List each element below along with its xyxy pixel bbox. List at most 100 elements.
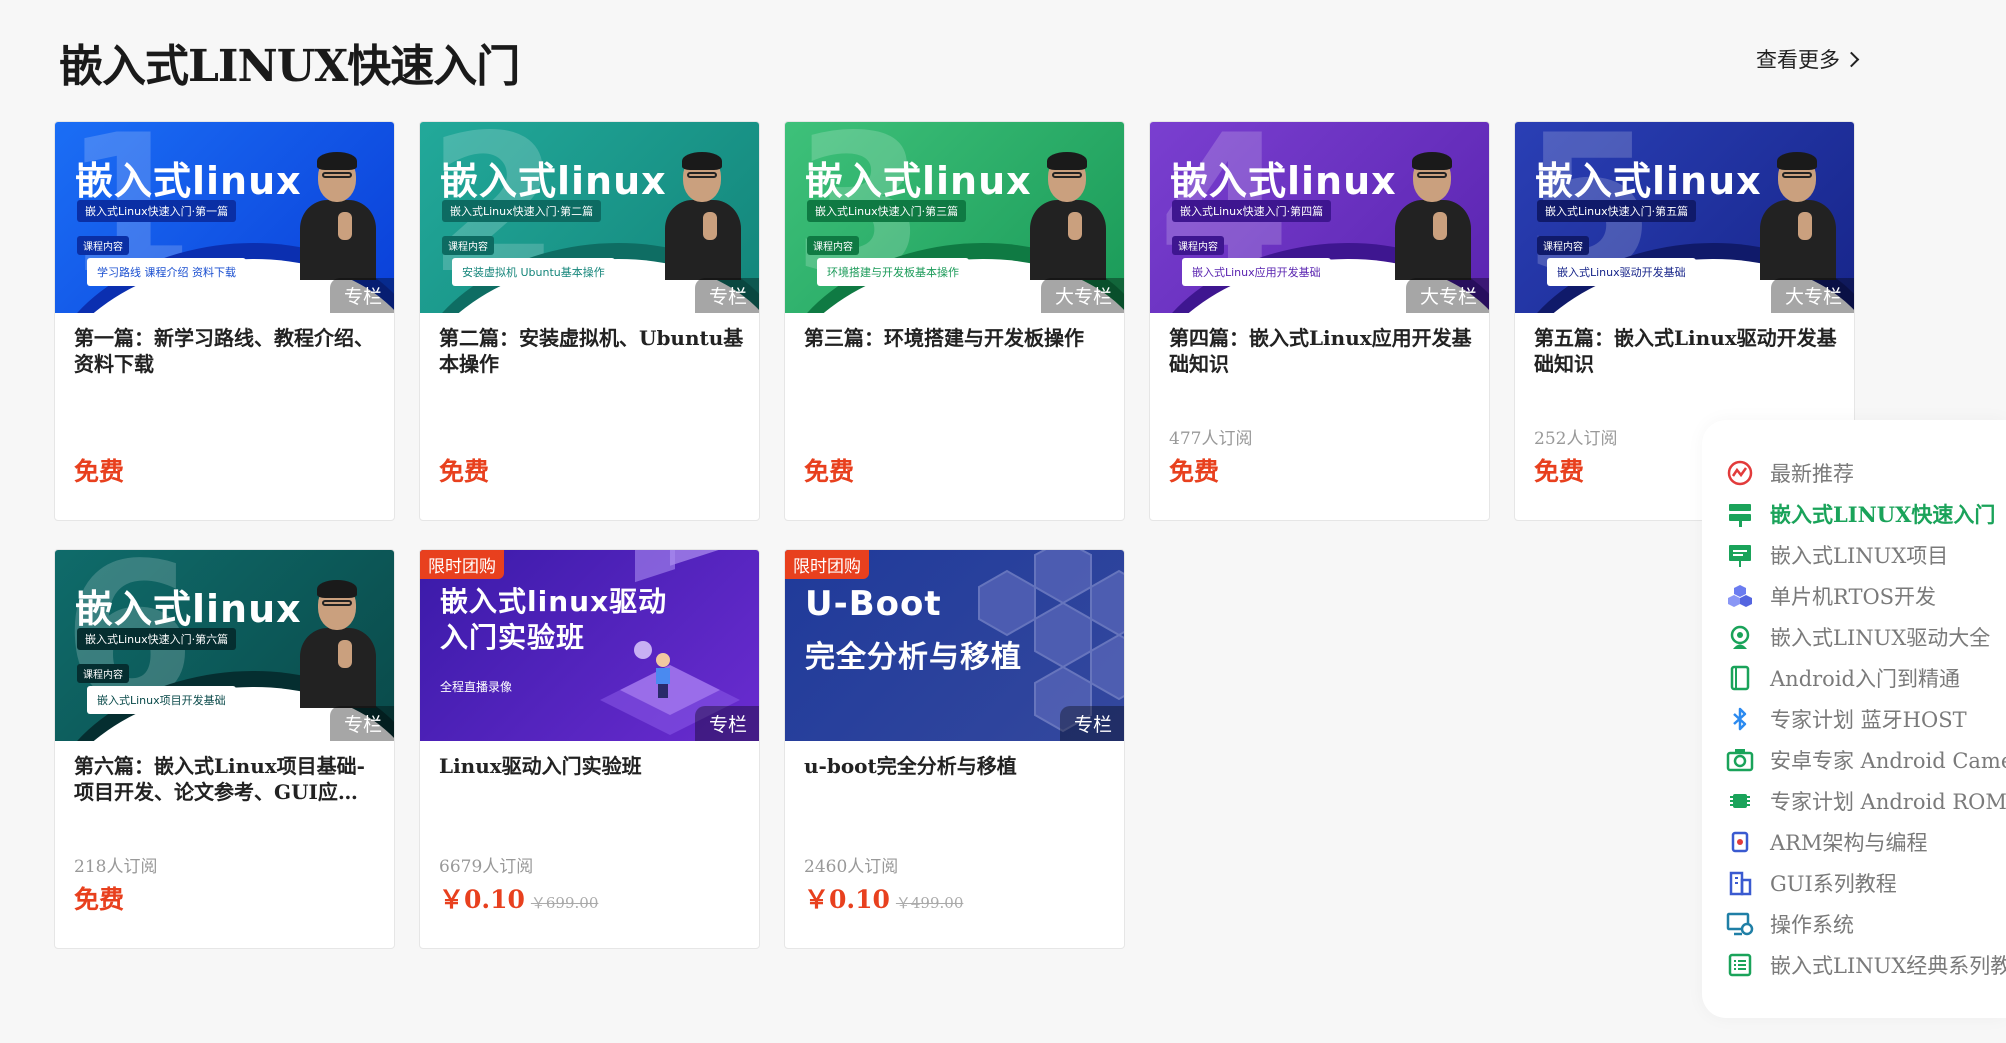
cubes-icon (1726, 582, 1754, 610)
sidebar-item-gui[interactable]: GUI系列教程 (1726, 868, 1897, 898)
instructor-photo (1750, 152, 1842, 280)
content-tag: 课程内容 (807, 236, 859, 255)
sidebar-item-label: 操作系统 (1770, 913, 1854, 937)
sidebar-item-os[interactable]: 操作系统 (1726, 909, 1854, 939)
course-title: 第三篇：环境搭建与开发板操作 (804, 326, 1084, 350)
column-badge: 专栏 (694, 278, 759, 313)
course-price: 免费 (1169, 452, 1219, 488)
banner-subtitle: 嵌入式Linux快速入门·第三篇 (807, 200, 967, 222)
sidebar-item-label: 安卓专家 Android Camera (1770, 749, 2006, 773)
banner-title: 嵌入式linux (440, 159, 667, 203)
content-box: 嵌入式Linux项目开发基础 (87, 686, 236, 714)
column-badge: 专栏 (694, 706, 759, 741)
price-value: 免费 (439, 457, 490, 486)
content-box: 安装虚拟机 Ubuntu基本操作 (452, 258, 615, 286)
robot-icon (1726, 623, 1754, 651)
banner-subtitle: 嵌入式Linux快速入门·第二篇 (442, 200, 602, 222)
instructor-photo (290, 152, 382, 280)
instructor-photo (290, 580, 382, 708)
signpost-icon (1726, 500, 1754, 528)
sidebar-item-bluetooth[interactable]: 专家计划 蓝牙HOST (1726, 704, 1967, 734)
sidebar-item-label: GUI系列教程 (1770, 872, 1897, 896)
chip-icon (1726, 787, 1754, 815)
group-buy-ribbon: 限时团购 (420, 550, 504, 579)
banner-title-line2: 入门实验班 (440, 621, 586, 654)
sidebar-item-label: Android入门到精通 (1770, 667, 1960, 691)
see-more-label: 查看更多 (1756, 48, 1840, 72)
book-icon (1726, 664, 1754, 692)
price-value: 免费 (1534, 457, 1585, 486)
price-value: 免费 (74, 457, 125, 486)
column-badge: 大专栏 (1405, 278, 1489, 313)
sidebar-item-label: 专家计划 蓝牙HOST (1770, 708, 1967, 732)
category-sidebar: 最新推荐 嵌入式LINUX快速入门 嵌入式LINUX项目 单片机RTOS开发 嵌… (1702, 420, 2006, 1018)
monitor-gear-icon (1726, 910, 1754, 938)
course-banner: 2 嵌入式linux 嵌入式Linux快速入门·第二篇 课程内容 安装虚拟机 U… (420, 122, 759, 313)
price-value: 免费 (74, 885, 125, 914)
price-value: ￥0.10 (439, 885, 525, 914)
sidebar-item-arm[interactable]: ARM架构与编程 (1726, 827, 1927, 857)
banner-title: 嵌入式linux驱动 (440, 585, 668, 618)
sidebar-item-android-rom[interactable]: 专家计划 Android ROM (1726, 786, 2006, 816)
sidebar-item-linux-projects[interactable]: 嵌入式LINUX项目 (1726, 540, 1948, 570)
price-value: 免费 (804, 457, 855, 486)
banner-title: 嵌入式linux (75, 159, 302, 203)
subscriber-count: 6679人订阅 (439, 857, 534, 877)
sidebar-item-classic-tutorials[interactable]: 嵌入式LINUX经典系列教程 (1726, 950, 2006, 980)
bluetooth-icon (1726, 705, 1754, 733)
course-banner: 1 嵌入式linux 嵌入式Linux快速入门·第一篇 课程内容 学习路线 课程… (55, 122, 394, 313)
content-tag: 课程内容 (1172, 236, 1224, 255)
course-title: u-boot完全分析与移植 (804, 754, 1017, 778)
content-tag: 课程内容 (442, 236, 494, 255)
course-price: 免费 (439, 452, 489, 488)
banner-title: 嵌入式linux (1535, 159, 1762, 203)
course-price: 免费 (74, 452, 124, 488)
course-card[interactable]: 4 嵌入式linux 嵌入式Linux快速入门·第四篇 课程内容 嵌入式Linu… (1149, 121, 1490, 521)
column-badge: 专栏 (329, 706, 394, 741)
trend-icon (1726, 459, 1754, 487)
course-card[interactable]: 1 嵌入式linux 嵌入式Linux快速入门·第一篇 课程内容 学习路线 课程… (54, 121, 395, 521)
column-badge: 专栏 (1059, 706, 1124, 741)
subscriber-count: 2460人订阅 (804, 857, 899, 877)
subscriber-count: 218人订阅 (74, 857, 158, 877)
course-banner: 3 嵌入式linux 嵌入式Linux快速入门·第三篇 课程内容 环境搭建与开发… (785, 122, 1124, 313)
course-card[interactable]: 6 嵌入式linux 嵌入式Linux快速入门·第六篇 课程内容 嵌入式Linu… (54, 549, 395, 949)
course-title: 第二篇：安装虚拟机、Ubuntu基本操作 (439, 326, 744, 376)
course-title: 第四篇：嵌入式Linux应用开发基础知识 (1169, 326, 1472, 376)
column-badge: 大专栏 (1040, 278, 1124, 313)
instructor-photo (1385, 152, 1477, 280)
sidebar-item-android-camera[interactable]: 安卓专家 Android Camera (1726, 745, 2006, 775)
price-value: ￥0.10 (804, 885, 890, 914)
course-price: 免费 (804, 452, 854, 488)
banner-title-line2: 完全分析与移植 (805, 640, 1022, 675)
camera-icon (1726, 746, 1754, 774)
subscriber-count: 477人订阅 (1169, 429, 1253, 449)
sidebar-item-mcu-rtos[interactable]: 单片机RTOS开发 (1726, 581, 1936, 611)
sidebar-item-android[interactable]: Android入门到精通 (1726, 663, 1960, 693)
list-icon (1726, 951, 1754, 979)
see-more-link[interactable]: 查看更多 (1756, 44, 1860, 74)
sidebar-item-label: 单片机RTOS开发 (1770, 585, 1937, 609)
banner-subtitle: 嵌入式Linux快速入门·第五篇 (1537, 200, 1697, 222)
course-card[interactable]: 嵌入式linux驱动 入门实验班 全程直播录像 专栏 限时团购 Linux驱动入… (419, 549, 760, 949)
sidebar-item-driver-collection[interactable]: 嵌入式LINUX驱动大全 (1726, 622, 1990, 652)
building-icon (1726, 869, 1754, 897)
presentation-icon (1726, 541, 1754, 569)
course-card[interactable]: U-Boot 完全分析与移植 专栏 限时团购 u-boot完全分析与移植 246… (784, 549, 1125, 949)
course-price: ￥0.10 ￥699.00 (439, 880, 598, 916)
course-price: 免费 (74, 880, 124, 916)
group-buy-ribbon: 限时团购 (785, 550, 869, 579)
banner-subtitle: 全程直播录像 (440, 680, 513, 694)
sidebar-item-linux-quickstart[interactable]: 嵌入式LINUX快速入门 (1726, 499, 1995, 529)
banner-subtitle: 嵌入式Linux快速入门·第四篇 (1172, 200, 1332, 222)
course-banner: 4 嵌入式linux 嵌入式Linux快速入门·第四篇 课程内容 嵌入式Linu… (1150, 122, 1489, 313)
subscriber-count: 252人订阅 (1534, 429, 1618, 449)
sidebar-item-label: ARM架构与编程 (1770, 831, 1928, 855)
course-title: Linux驱动入门实验班 (439, 754, 642, 778)
sidebar-item-latest[interactable]: 最新推荐 (1726, 458, 1854, 488)
course-card[interactable]: 2 嵌入式linux 嵌入式Linux快速入门·第二篇 课程内容 安装虚拟机 U… (419, 121, 760, 521)
content-box: 学习路线 课程介绍 资料下载 (87, 258, 246, 286)
course-card[interactable]: 3 嵌入式linux 嵌入式Linux快速入门·第三篇 课程内容 环境搭建与开发… (784, 121, 1125, 521)
sidebar-item-label: 嵌入式LINUX经典系列教程 (1770, 954, 2006, 978)
instructor-photo (1020, 152, 1112, 280)
